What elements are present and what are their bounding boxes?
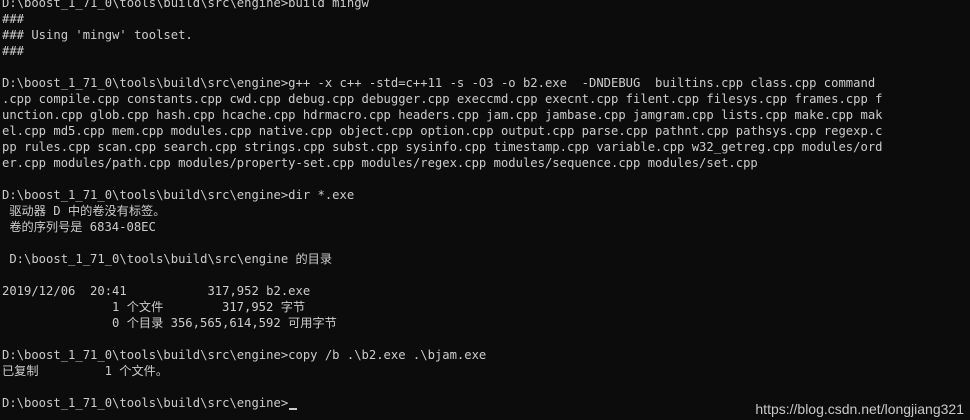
console-line: .cpp compile.cpp constants.cpp cwd.cpp d… (2, 91, 968, 107)
console-line: pp rules.cpp scan.cpp search.cpp strings… (2, 139, 968, 155)
console-line: el.cpp md5.cpp mem.cpp modules.cpp nativ… (2, 123, 968, 139)
console-line-text: 已复制 1 个文件。 (2, 364, 169, 378)
text-cursor (289, 408, 298, 410)
console-line: 0 个目录 356,565,614,592 可用字节 (2, 315, 968, 331)
console-line-text: 卷的序列号是 6834-08EC (2, 220, 156, 234)
console-line-text: D:\boost_1_71_0\tools\build\src\engine>b… (2, 0, 369, 10)
console-line-text: unction.cpp glob.cpp hash.cpp hcache.cpp… (2, 108, 883, 122)
watermark-url: https://blog.csdn.net/longjiang321 (755, 401, 964, 417)
console-line-text: ### (2, 44, 25, 58)
console-line-text: D:\boost_1_71_0\tools\build\src\engine>c… (2, 348, 487, 362)
console-line: unction.cpp glob.cpp hash.cpp hcache.cpp… (2, 107, 968, 123)
console-line-text: 2019/12/06 20:41 317,952 b2.exe (2, 284, 311, 298)
console-line: ### Using 'mingw' toolset. (2, 27, 968, 43)
console-line: 驱动器 D 中的卷没有标签。 (2, 203, 968, 219)
console-line-text: D:\boost_1_71_0\tools\build\src\engine>g… (2, 76, 876, 90)
console-line: ### (2, 43, 968, 59)
console-line: ### (2, 11, 968, 27)
console-line-text: el.cpp md5.cpp mem.cpp modules.cpp nativ… (2, 124, 883, 138)
console-line-text: 驱动器 D 中的卷没有标签。 (2, 204, 166, 218)
console-line-text: ### (2, 12, 25, 26)
console-line-text: D:\boost_1_71_0\tools\build\src\engine>d… (2, 188, 355, 202)
console-line: D:\boost_1_71_0\tools\build\src\engine>c… (2, 347, 968, 363)
console-line: er.cpp modules/path.cpp modules/property… (2, 155, 968, 171)
console-line-text: .cpp compile.cpp constants.cpp cwd.cpp d… (2, 92, 883, 106)
console-line-text: 1 个文件 317,952 字节 (2, 300, 306, 314)
console-line-text: ### Using 'mingw' toolset. (2, 28, 193, 42)
console-line: 2019/12/06 20:41 317,952 b2.exe (2, 283, 968, 299)
console-line-text: D:\boost_1_71_0\tools\build\src\engine> (2, 396, 289, 410)
console-line: 卷的序列号是 6834-08EC (2, 219, 968, 235)
console-line: D:\boost_1_71_0\tools\build\src\engine>d… (2, 187, 968, 203)
console-line-text: 0 个目录 356,565,614,592 可用字节 (2, 316, 337, 330)
console-line-text: D:\boost_1_71_0\tools\build\src\engine 的… (2, 252, 333, 266)
console-line: D:\boost_1_71_0\tools\build\src\engine>b… (2, 0, 968, 11)
console-line-text: er.cpp modules/path.cpp modules/property… (2, 156, 758, 170)
console-line-text: pp rules.cpp scan.cpp search.cpp strings… (2, 140, 883, 154)
console-line: D:\boost_1_71_0\tools\build\src\engine>g… (2, 75, 968, 91)
console-window[interactable]: D:\boost_1_71_0\tools\build\src\engine>b… (0, 0, 970, 420)
console-line: D:\boost_1_71_0\tools\build\src\engine 的… (2, 251, 968, 267)
console-line: 已复制 1 个文件。 (2, 363, 968, 379)
console-line: 1 个文件 317,952 字节 (2, 299, 968, 315)
console-output: D:\boost_1_71_0\tools\build\src\engine>b… (2, 0, 968, 411)
